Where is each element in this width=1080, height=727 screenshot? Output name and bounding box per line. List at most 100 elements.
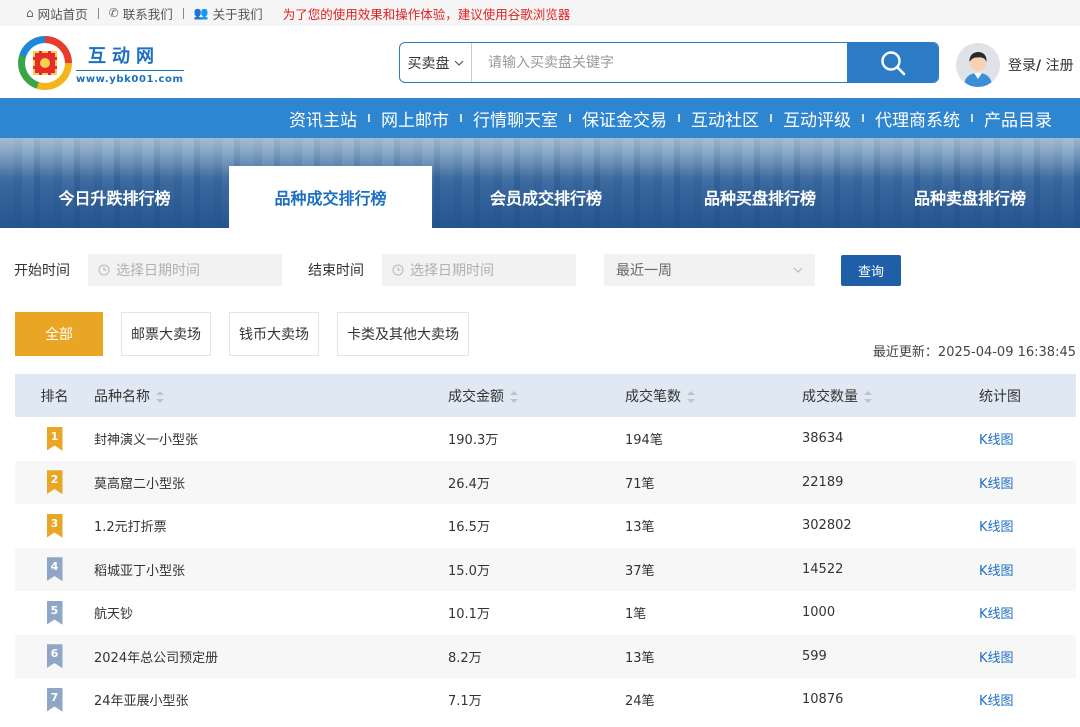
k-line-chart-link[interactable]: K线图 (979, 477, 1014, 492)
rank-badge-icon: 3 (46, 513, 63, 538)
divider (97, 7, 99, 19)
sort-icon (687, 390, 695, 403)
count-cell: 194笔 (625, 433, 663, 449)
nav-item-agent[interactable]: 代理商系统 (862, 106, 972, 131)
header-name[interactable]: 品种名称 (94, 386, 448, 406)
header-qty[interactable]: 成交数量 (802, 386, 979, 406)
avatar[interactable] (956, 43, 1000, 87)
category-all[interactable]: 全部 (15, 312, 103, 356)
search-button[interactable] (847, 43, 938, 82)
table-row: 1 封神演义一小型张 190.3万 194笔 38634 K线图 (15, 417, 1076, 461)
chart-cell: K线图 (979, 516, 1076, 535)
clock-icon (392, 264, 404, 276)
nav-item-rating[interactable]: 互动评级 (770, 106, 863, 131)
amount-cell: 10.1万 (448, 607, 490, 623)
table-row: 6 2024年总公司预定册 8.2万 13笔 599 K线图 (15, 634, 1076, 678)
nav-item-community[interactable]: 互动社区 (678, 106, 771, 131)
category-coins[interactable]: 钱币大卖场 (229, 312, 319, 356)
ranking-tabs: 今日升跌排行榜 品种成交排行榜 会员成交排行榜 品种买盘排行榜 品种卖盘排行榜 (0, 166, 1080, 228)
header: 互动网 www.ybk001.com 买卖盘 登录 (0, 26, 1080, 98)
logo-url: www.ybk001.com (76, 73, 184, 85)
amount-cell: 8.2万 (448, 650, 482, 666)
k-line-chart-link[interactable]: K线图 (979, 564, 1014, 579)
nav-item-market[interactable]: 网上邮市 (368, 106, 461, 131)
count-cell: 37笔 (625, 563, 655, 579)
rank-cell: 6 (15, 644, 94, 669)
name-cell: 航天钞 (94, 607, 134, 623)
qty-cell: 38634 (802, 431, 844, 447)
header-count[interactable]: 成交笔数 (625, 386, 802, 406)
k-line-chart-link[interactable]: K线图 (979, 651, 1014, 666)
search-icon (880, 50, 905, 75)
user-area: 登录/ 注册 (956, 43, 1074, 87)
amount-cell: 26.4万 (448, 476, 490, 492)
header-amount[interactable]: 成交金额 (448, 386, 625, 406)
tab-daily-change[interactable]: 今日升跌排行榜 (0, 166, 229, 228)
login-link[interactable]: 登录 (1008, 58, 1036, 74)
name-cell: 稻城亚丁小型张 (94, 563, 186, 579)
qty-cell: 22189 (802, 474, 844, 490)
search-type-select[interactable]: 买卖盘 (400, 43, 472, 82)
category-cards-other[interactable]: 卡类及其他大卖场 (337, 312, 469, 356)
rank-badge-icon: 6 (46, 644, 63, 669)
about-link[interactable]: 👥 关于我们 (194, 4, 263, 23)
end-time-placeholder: 选择日期时间 (410, 263, 494, 279)
rank-badge-icon: 1 (46, 426, 63, 451)
nav-item-catalog[interactable]: 产品目录 (971, 106, 1064, 131)
home-icon: ⌂ (26, 6, 34, 20)
rank-cell: 2 (15, 470, 94, 495)
date-filter: 开始时间 选择日期时间 结束时间 选择日期时间 最近一周 查询 (14, 254, 901, 286)
k-line-chart-link[interactable]: K线图 (979, 694, 1014, 709)
chart-cell: K线图 (979, 603, 1076, 622)
end-time-picker[interactable]: 选择日期时间 (382, 254, 576, 286)
k-line-chart-link[interactable]: K线图 (979, 433, 1014, 448)
nav-item-margin-trade[interactable]: 保证金交易 (569, 106, 679, 131)
category-tabs: 全部 邮票大卖场 钱币大卖场 卡类及其他大卖场 (15, 312, 469, 356)
k-line-chart-link[interactable]: K线图 (979, 520, 1014, 535)
name-cell: 2024年总公司预定册 (94, 650, 219, 666)
register-link[interactable]: 注册 (1041, 58, 1074, 74)
sort-icon (510, 390, 518, 403)
site-logo[interactable]: 互动网 www.ybk001.com (18, 36, 184, 90)
header-rank: 排名 (40, 388, 69, 405)
search-type-label: 买卖盘 (407, 55, 450, 72)
search-bar: 买卖盘 (399, 42, 939, 83)
tab-variety-volume[interactable]: 品种成交排行榜 (229, 166, 432, 228)
divider (182, 7, 184, 19)
range-select[interactable]: 最近一周 (604, 254, 815, 286)
users-icon: 👥 (193, 6, 209, 20)
tab-variety-sell[interactable]: 品种卖盘排行榜 (860, 166, 1080, 228)
about-link-label: 关于我们 (212, 6, 263, 22)
nav-item-news[interactable]: 资讯主站 (277, 106, 369, 131)
home-link[interactable]: ⌂ 网站首页 (26, 4, 88, 23)
chevron-down-icon (793, 267, 803, 273)
main-nav: 资讯主站 网上邮市 行情聊天室 保证金交易 互动社区 互动评级 代理商系统 产品… (0, 98, 1080, 138)
table-row: 3 1.2元打折票 16.5万 13笔 302802 K线图 (15, 504, 1076, 548)
rank-cell: 3 (15, 513, 94, 538)
amount-cell: 7.1万 (448, 694, 482, 710)
query-button[interactable]: 查询 (841, 254, 901, 286)
start-time-placeholder: 选择日期时间 (116, 263, 200, 279)
ranking-banner: 今日升跌排行榜 品种成交排行榜 会员成交排行榜 品种买盘排行榜 品种卖盘排行榜 (0, 138, 1080, 228)
range-select-value: 最近一周 (616, 263, 672, 279)
start-time-picker[interactable]: 选择日期时间 (88, 254, 282, 286)
rank-badge-icon: 7 (46, 687, 63, 712)
tab-member-volume[interactable]: 会员成交排行榜 (432, 166, 660, 228)
contact-link[interactable]: ✆ 联系我们 (109, 4, 173, 23)
search-input[interactable] (472, 43, 847, 82)
sort-icon (864, 390, 872, 403)
table-row: 4 稻城亚丁小型张 15.0万 37笔 14522 K线图 (15, 547, 1076, 591)
table-row: 5 航天钞 10.1万 1笔 1000 K线图 (15, 591, 1076, 635)
name-cell: 封神演义一小型张 (94, 433, 199, 449)
qty-cell: 1000 (802, 605, 836, 621)
table-header: 排名 品种名称 成交金额 成交笔数 成交数量 统计图 (15, 374, 1076, 417)
count-cell: 13笔 (625, 520, 655, 536)
count-cell: 24笔 (625, 694, 655, 710)
nav-item-chatroom[interactable]: 行情聊天室 (460, 106, 570, 131)
chevron-down-icon (454, 60, 463, 66)
tab-variety-buy[interactable]: 品种买盘排行榜 (660, 166, 860, 228)
chart-cell: K线图 (979, 473, 1076, 492)
category-stamps[interactable]: 邮票大卖场 (121, 312, 211, 356)
logo-name: 互动网 (76, 42, 184, 71)
k-line-chart-link[interactable]: K线图 (979, 607, 1014, 622)
